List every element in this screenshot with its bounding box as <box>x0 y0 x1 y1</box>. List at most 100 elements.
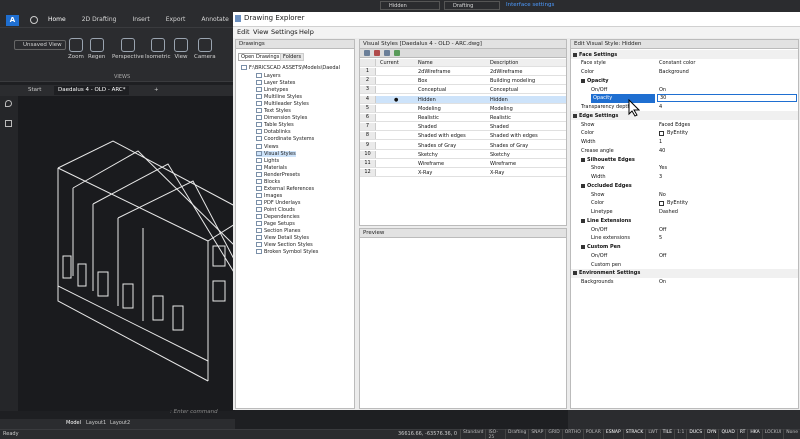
property-row[interactable]: Crease angle 40 <box>571 146 798 155</box>
menu-settings[interactable]: Settings <box>271 28 298 36</box>
property-row[interactable]: Transparency depth 4 <box>571 103 798 112</box>
column-current[interactable]: Current <box>380 60 399 66</box>
ribbon-tab-2[interactable]: Insert <box>130 16 151 23</box>
status-toggle-17[interactable]: LOCKUI <box>761 429 783 439</box>
property-row[interactable]: Show Faced Edges <box>571 120 798 129</box>
tree-item[interactable]: Point Clouds <box>256 206 295 213</box>
search-icon[interactable] <box>30 16 38 24</box>
property-row[interactable]: Backgrounds On <box>571 278 798 287</box>
doc-tab-start[interactable]: Start <box>24 86 45 95</box>
tree-item[interactable]: Blocks <box>256 178 280 185</box>
new-icon[interactable] <box>364 50 370 56</box>
tree-item[interactable]: Layers <box>256 73 281 79</box>
view-selector[interactable]: Unsaved View <box>14 40 66 50</box>
status-toggle-18[interactable]: None <box>783 429 800 439</box>
tree-item[interactable]: Dotablinks <box>256 129 291 135</box>
tree-item[interactable]: Lights <box>256 157 279 164</box>
view-button-4[interactable]: View <box>174 38 188 60</box>
table-row[interactable]: 10 Sketchy Sketchy <box>360 150 566 159</box>
property-row[interactable]: On/Off Off <box>571 251 798 260</box>
property-row[interactable]: Line extensions 5 <box>571 234 798 243</box>
status-toggle-5[interactable]: ORTHO <box>561 429 583 439</box>
top-combo-hidden[interactable]: Hidden <box>380 1 440 10</box>
collapse-icon[interactable] <box>581 157 585 162</box>
tree-item[interactable]: RenderPresets <box>256 171 300 178</box>
status-toggle-12[interactable]: DUCS <box>686 429 704 439</box>
collapse-icon[interactable] <box>581 78 585 83</box>
property-category[interactable]: Occluded Edges <box>571 181 798 190</box>
view-button-0[interactable]: Zoom <box>68 38 84 60</box>
collapse-icon[interactable] <box>573 271 577 276</box>
table-row[interactable]: 2 Box Building modeling <box>360 77 566 86</box>
property-row[interactable]: Opacity 30 <box>571 93 798 103</box>
command-line[interactable]: : Enter command <box>170 409 235 419</box>
tree-item[interactable]: Section Planes <box>256 228 300 234</box>
collapse-icon[interactable] <box>581 218 585 223</box>
menu-view[interactable]: View <box>253 28 268 36</box>
collapse-icon[interactable] <box>573 52 577 57</box>
tab-open-drawings[interactable]: Open Drawings <box>238 53 283 61</box>
view-button-3[interactable]: Isometric <box>145 38 171 60</box>
status-toggle-4[interactable]: GRID <box>545 429 561 439</box>
tree-item[interactable]: Dimension Styles <box>256 115 307 121</box>
property-row[interactable]: On/Off Off <box>571 225 798 234</box>
property-category[interactable]: Opacity <box>571 76 798 85</box>
property-row[interactable]: Color Background <box>571 68 798 77</box>
pin-icon[interactable] <box>5 100 12 107</box>
layers-icon[interactable] <box>5 120 12 127</box>
tree-item[interactable]: View Section Styles <box>256 242 313 248</box>
view-button-2[interactable]: Perspective <box>112 38 144 60</box>
tree-item[interactable]: Layer States <box>256 80 295 86</box>
tree-item[interactable]: Visual Styles <box>256 150 296 157</box>
layout-tab-model[interactable]: Model <box>66 420 81 426</box>
delete-icon[interactable] <box>374 50 380 56</box>
status-toggle-8[interactable]: STRACK <box>622 429 646 439</box>
tab-folders[interactable]: Folders <box>280 53 305 61</box>
status-toggle-15[interactable]: RT <box>736 429 748 439</box>
top-combo-drafting[interactable]: Drafting <box>444 1 500 10</box>
table-row[interactable]: 7 Shaded Shaded <box>360 123 566 132</box>
menu-edit[interactable]: Edit <box>237 28 250 36</box>
ribbon-tab-1[interactable]: 2D Drafting <box>80 16 119 23</box>
tree-item[interactable]: PDF Underlays <box>256 199 300 206</box>
property-row[interactable]: Show Yes <box>571 164 798 173</box>
tree-item[interactable]: Multiline Styles <box>256 94 302 100</box>
layout-tab-layout2[interactable]: Layout2 <box>110 420 130 426</box>
tree-item[interactable]: Dependencies <box>256 214 300 220</box>
status-toggle-0[interactable]: Standard <box>460 429 485 439</box>
table-row[interactable]: 11 Wireframe Wireframe <box>360 160 566 168</box>
tree-item[interactable]: Linetypes <box>256 87 288 93</box>
column-name[interactable]: Name <box>418 60 433 66</box>
menu-help[interactable]: Help <box>299 28 314 36</box>
view-button-5[interactable]: Camera <box>194 38 216 60</box>
status-toggle-11[interactable]: 1:1 <box>674 429 686 439</box>
view-button-1[interactable]: Regen <box>88 38 105 60</box>
layout-tab-layout1[interactable]: Layout1 <box>86 420 106 426</box>
table-row[interactable]: 8 Shaded with edges Shaded with edges <box>360 132 566 141</box>
ribbon-tab-4[interactable]: Annotate <box>199 16 230 23</box>
tree-item[interactable]: Text Styles <box>256 108 291 114</box>
property-row[interactable]: Width 3 <box>571 173 798 182</box>
tree-item[interactable]: Coordinate Systems <box>256 136 314 142</box>
status-toggle-9[interactable]: LWT <box>645 429 659 439</box>
property-category[interactable]: Custom Pen <box>571 243 798 252</box>
property-category[interactable]: Edge Settings <box>571 111 798 121</box>
status-toggle-1[interactable]: ISO-25 <box>485 429 505 439</box>
table-row[interactable]: 12 X-Ray X-Ray <box>360 169 566 178</box>
collapse-icon[interactable] <box>573 113 577 118</box>
set-current-icon[interactable] <box>394 50 400 56</box>
status-toggle-7[interactable]: ESNAP <box>602 429 623 439</box>
drawing-canvas[interactable] <box>18 96 236 411</box>
collapse-icon[interactable] <box>581 183 585 188</box>
property-row[interactable]: Face style Constant color <box>571 59 798 68</box>
property-row[interactable]: Custom pen <box>571 260 798 269</box>
tree-item[interactable]: Materials <box>256 164 287 171</box>
property-row[interactable]: Color ByEntity <box>571 129 798 138</box>
property-row[interactable]: Color ByEntity <box>571 199 798 208</box>
status-toggle-3[interactable]: SNAP <box>528 429 545 439</box>
tree-item[interactable]: Images <box>256 192 282 199</box>
collapse-icon[interactable] <box>581 245 585 249</box>
table-row[interactable]: 9 Shades of Gray Shades of Gray <box>360 141 566 150</box>
status-toggle-13[interactable]: DYN <box>704 429 718 439</box>
table-row[interactable]: 3 Conceptual Conceptual <box>360 86 566 95</box>
